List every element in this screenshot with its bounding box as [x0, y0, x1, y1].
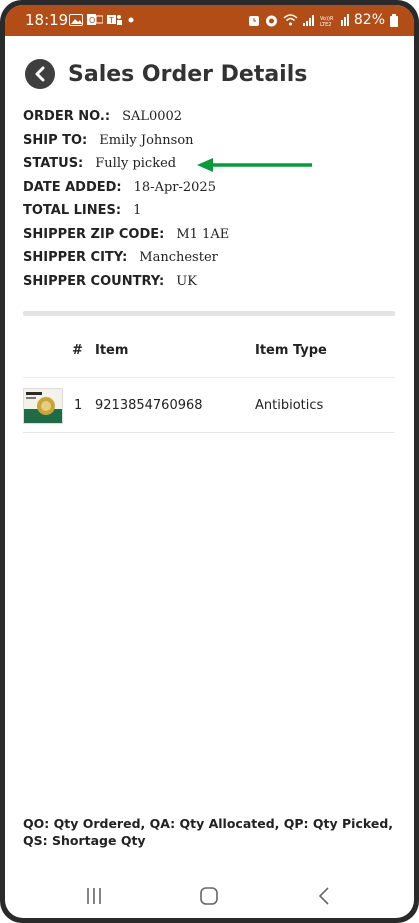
page-header: Sales Order Details [25, 59, 307, 89]
detail-label: STATUS: [23, 156, 84, 171]
detail-label: SHIPPER ZIP CODE: [23, 226, 165, 242]
column-header-item: Item [95, 343, 129, 358]
detail-label: SHIPPER CITY: [23, 250, 128, 265]
svg-text:LTE2: LTE2 [320, 22, 332, 27]
product-thumbnail [23, 388, 63, 424]
teams-icon: T [107, 15, 122, 25]
system-icons: Vo))R LTE2 82% [248, 12, 398, 28]
detail-value: Manchester [139, 250, 218, 265]
detail-label: SHIPPER COUNTRY: [23, 273, 165, 289]
annotation-arrow [197, 158, 312, 172]
signal-icon-2 [340, 14, 349, 26]
back-icon[interactable] [317, 886, 331, 906]
column-header-index: # [72, 343, 83, 358]
detail-date-added: DATE ADDED: 18-Apr-2025 [23, 180, 229, 204]
home-icon[interactable] [199, 886, 219, 906]
detail-shipper-city: SHIPPER CITY: Manchester [23, 250, 229, 274]
quantity-legend: QO: Qty Ordered, QA: Qty Allocated, QP: … [23, 816, 394, 848]
detail-ship-to: SHIP TO: Emily Johnson [23, 133, 229, 157]
gallery-icon [69, 13, 83, 26]
detail-shipper-zip: SHIPPER ZIP CODE: M1 1AE [23, 227, 229, 251]
detail-value: UK [176, 273, 197, 289]
page-title: Sales Order Details [68, 61, 308, 87]
do-not-disturb-icon [265, 15, 277, 26]
chevron-left-icon [35, 66, 45, 82]
detail-value: 1 [133, 203, 142, 218]
column-header-item-type: Item Type [255, 343, 327, 358]
detail-shipper-country: SHIPPER COUNTRY: UK [23, 274, 229, 298]
order-details: ORDER NO.: SAL0002 SHIP TO: Emily Johnson … [23, 109, 229, 297]
volte-icon: Vo))RLTE2 [320, 16, 334, 27]
battery-icon [390, 13, 398, 27]
outlook-icon: O [87, 14, 103, 25]
notification-icons: O T [69, 13, 135, 26]
system-nav-bar [5, 873, 414, 918]
status-time: 18:19 [25, 11, 69, 29]
detail-order-no: ORDER NO.: SAL0002 [23, 109, 229, 133]
detail-label: SHIP TO: [23, 132, 88, 148]
svg-text:O: O [89, 16, 95, 25]
phone-frame: 18:19 O T Vo))R LTE2 82% Sales Order Deta… [0, 0, 419, 923]
detail-value: Fully picked [95, 156, 177, 171]
detail-value: SAL0002 [122, 109, 183, 124]
svg-text:T: T [108, 16, 114, 25]
dot-icon [128, 17, 134, 22]
detail-total-lines: TOTAL LINES: 1 [23, 203, 229, 227]
detail-label: DATE ADDED: [23, 179, 122, 195]
row-index: 1 [74, 398, 83, 413]
product-image [24, 389, 62, 423]
items-table-header: # Item Item Type [23, 341, 395, 378]
section-divider [23, 311, 395, 316]
alarm-icon [248, 15, 259, 26]
row-item-code: 9213854760968 [95, 398, 203, 413]
table-row[interactable]: 1 9213854760968 Antibiotics [23, 378, 395, 433]
wifi-icon [283, 14, 298, 26]
signal-icon [302, 15, 314, 26]
detail-value: Emily Johnson [99, 132, 194, 148]
screen: 18:19 O T Vo))R LTE2 82% Sales Order Deta… [5, 5, 414, 918]
detail-value: M1 1AE [176, 226, 230, 242]
row-item-type: Antibiotics [255, 398, 324, 413]
battery-percent: 82% [353, 12, 385, 28]
recent-apps-icon[interactable] [85, 887, 103, 905]
detail-value: 18-Apr-2025 [133, 179, 216, 195]
detail-label: ORDER NO.: [23, 109, 111, 124]
detail-label: TOTAL LINES: [23, 203, 122, 218]
back-button[interactable] [25, 59, 55, 89]
status-bar: 18:19 O T Vo))R LTE2 82% [5, 5, 414, 36]
